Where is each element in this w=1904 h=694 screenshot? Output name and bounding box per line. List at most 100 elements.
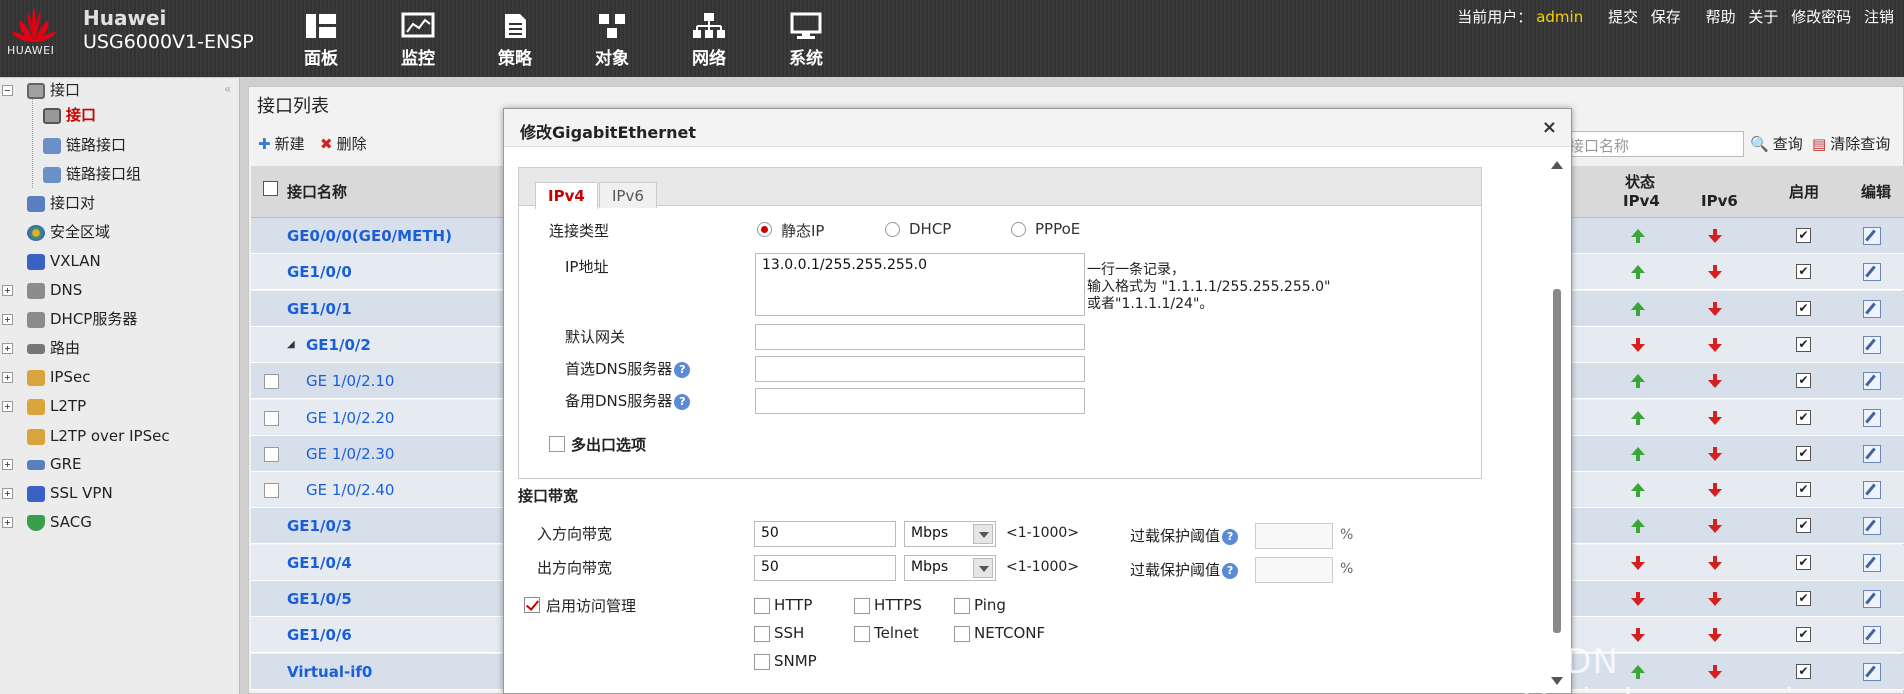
interface-name[interactable]: GE 1/0/2.40 [306,481,394,499]
secondary-dns-input[interactable] [755,388,1085,414]
https-checkbox[interactable] [854,598,870,614]
select-all-checkbox[interactable] [263,181,278,196]
sidebar-item-security-zone[interactable]: 安全区域 [27,220,110,244]
tree-expand-icon[interactable] [2,517,13,528]
outbound-bandwidth-input[interactable]: 50 [754,555,896,581]
help-link[interactable]: 帮助 [1706,8,1736,26]
snmp-checkbox[interactable] [754,654,770,670]
tree-expand-icon[interactable] [2,459,13,470]
default-gateway-input[interactable] [755,324,1085,350]
edit-icon[interactable] [1863,590,1881,608]
row-checkbox[interactable] [264,483,279,498]
pppoe-radio[interactable] [1011,222,1026,237]
inbound-unit-select[interactable]: Mbps [904,521,996,547]
help-icon[interactable]: ? [1222,528,1239,545]
edit-icon[interactable] [1863,372,1881,390]
multi-exit-checkbox[interactable] [549,436,565,452]
tree-expand-icon[interactable] [2,343,13,354]
interface-name[interactable]: GE1/0/0 [287,263,352,281]
sidebar-item-l2tp[interactable]: L2TP [27,394,86,418]
enable-checkbox[interactable]: ✔ [1796,301,1811,316]
sidebar-item-interface-pair[interactable]: 接口对 [27,191,95,215]
interface-name[interactable]: Virtual-if0 [287,663,372,681]
edit-icon[interactable] [1863,227,1881,245]
netconf-checkbox[interactable] [954,626,970,642]
interface-name[interactable]: GE1/0/5 [287,590,352,608]
scroll-up-arrow-icon[interactable] [1551,161,1563,169]
sidebar-item-ssl-vpn[interactable]: SSL VPN [27,481,113,505]
tab-ipv4[interactable]: IPv4 [535,182,598,209]
interface-name[interactable]: GE1/0/6 [287,626,352,644]
inbound-overload-input[interactable] [1255,523,1333,549]
search-input[interactable]: 接口名称 [1560,131,1744,157]
interface-name[interactable]: GE 1/0/2.10 [306,372,394,390]
delete-button[interactable]: ✖ 删除 [320,133,367,154]
interface-name[interactable]: GE1/0/3 [287,517,352,535]
tree-expand-icon[interactable] [2,285,13,296]
interface-name[interactable]: GE1/0/2 [306,336,371,354]
tree-expand-icon[interactable] [2,314,13,325]
help-icon[interactable]: ? [674,393,691,410]
interface-name[interactable]: GE0/0/0(GE0/METH) [287,227,452,245]
primary-dns-input[interactable] [755,356,1085,382]
interface-name[interactable]: GE1/0/1 [287,300,352,318]
scroll-thumb[interactable] [1553,289,1561,633]
enable-checkbox[interactable]: ✔ [1796,410,1811,425]
sidebar-item-dns[interactable]: DNS [27,278,82,302]
enable-checkbox[interactable]: ✔ [1796,446,1811,461]
help-icon[interactable]: ? [1222,562,1239,579]
save-link[interactable]: 保存 [1651,8,1681,26]
nav-system[interactable]: 系统 [771,10,841,70]
sidebar-item-interface[interactable]: 接口 [43,103,96,127]
ping-checkbox[interactable] [954,598,970,614]
nav-policy[interactable]: 策略 [480,10,550,70]
logout-link[interactable]: 注销 [1864,8,1894,26]
edit-icon[interactable] [1863,263,1881,281]
telnet-checkbox[interactable] [854,626,870,642]
sidebar-item-gre[interactable]: GRE [27,452,82,476]
tree-expand-icon[interactable] [2,488,13,499]
sidebar-item-route[interactable]: 路由 [27,336,80,360]
change-password-link[interactable]: 修改密码 [1791,8,1851,26]
clear-query-button[interactable]: ▤ 清除查询 [1812,133,1890,154]
enable-checkbox[interactable]: ✔ [1796,337,1811,352]
sidebar-item-ipsec[interactable]: IPSec [27,365,90,389]
help-icon[interactable]: ? [674,361,691,378]
edit-icon[interactable] [1863,300,1881,318]
access-management-checkbox[interactable] [524,597,540,613]
edit-icon[interactable] [1863,445,1881,463]
static-ip-radio[interactable] [757,222,772,237]
sidebar-item-sacg[interactable]: SACG [27,510,92,534]
sidebar-item-vxlan[interactable]: VXLAN [27,249,101,273]
enable-checkbox[interactable]: ✔ [1796,555,1811,570]
ip-address-textarea[interactable]: 13.0.0.1/255.255.255.0 [755,253,1085,316]
query-button[interactable]: 🔍 查询 [1750,133,1803,154]
sidebar-item-interface-group[interactable]: 接口 [27,78,80,102]
interface-name[interactable]: GE1/0/4 [287,554,352,572]
dialog-scrollbar[interactable] [1550,161,1564,687]
about-link[interactable]: 关于 [1748,8,1778,26]
enable-checkbox[interactable]: ✔ [1796,228,1811,243]
edit-icon[interactable] [1863,517,1881,535]
inbound-bandwidth-input[interactable]: 50 [754,521,896,547]
sidebar-item-dhcp[interactable]: DHCP服务器 [27,307,137,331]
enable-checkbox[interactable]: ✔ [1796,627,1811,642]
outbound-overload-input[interactable] [1255,557,1333,583]
interface-name[interactable]: GE 1/0/2.20 [306,409,394,427]
tree-expand-icon[interactable] [2,401,13,412]
enable-checkbox[interactable]: ✔ [1796,264,1811,279]
edit-icon[interactable] [1863,481,1881,499]
enable-checkbox[interactable]: ✔ [1796,482,1811,497]
expand-triangle-icon[interactable]: ◢ [287,339,295,350]
nav-network[interactable]: 网络 [674,10,744,70]
nav-monitor[interactable]: 监控 [383,10,453,70]
interface-name[interactable]: GE 1/0/2.30 [306,445,394,463]
row-checkbox[interactable] [264,447,279,462]
sidebar-item-link-interface[interactable]: 链路接口 [43,133,126,157]
http-checkbox[interactable] [754,598,770,614]
edit-icon[interactable] [1863,409,1881,427]
nav-dashboard[interactable]: 面板 [286,10,356,70]
ssh-checkbox[interactable] [754,626,770,642]
outbound-unit-select[interactable]: Mbps [904,555,996,581]
row-checkbox[interactable] [264,411,279,426]
